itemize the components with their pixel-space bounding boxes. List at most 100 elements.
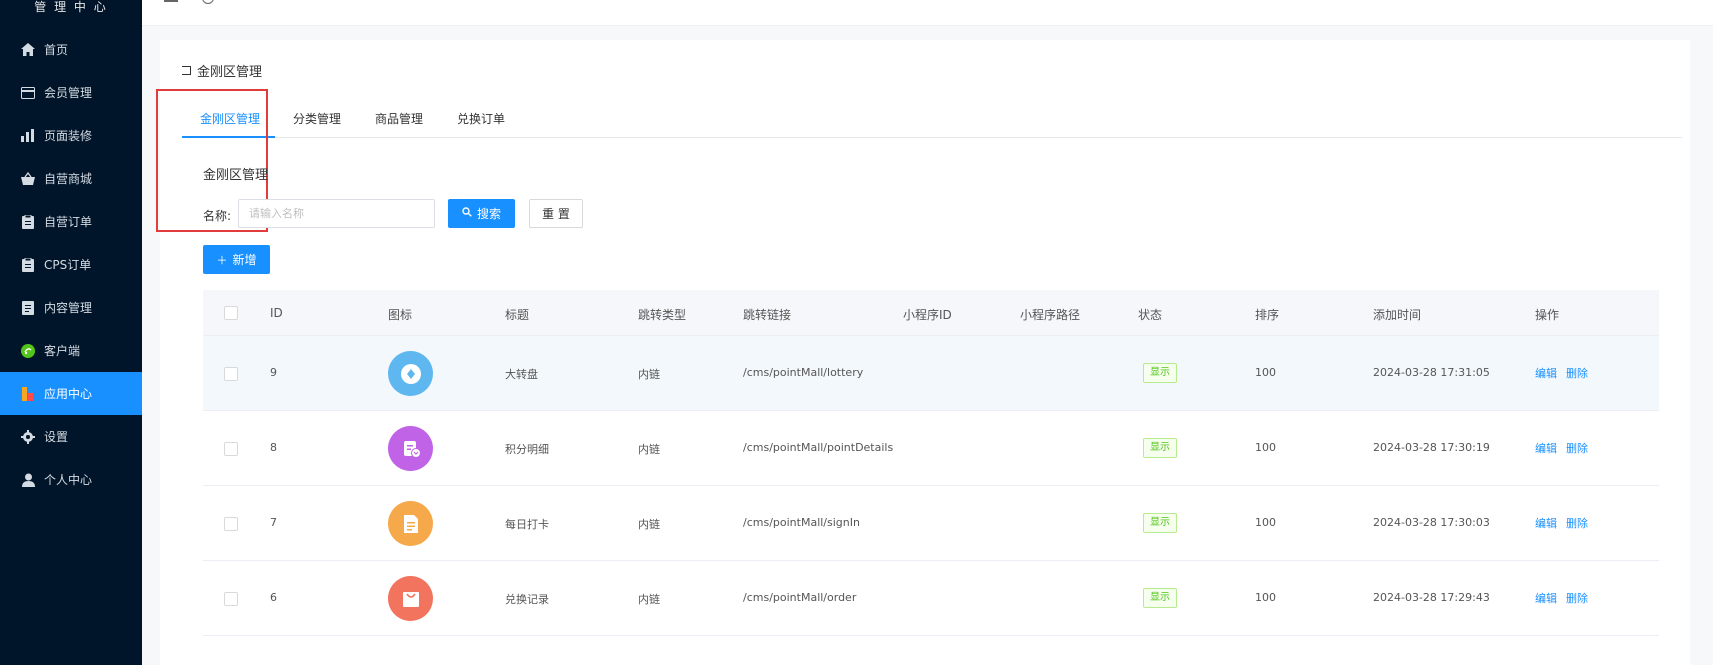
column-header: ID — [270, 306, 283, 320]
exchange-bag-icon — [388, 576, 433, 621]
section-title: 金刚区管理 — [203, 168, 269, 183]
edit-link[interactable]: 编辑 — [1535, 515, 1557, 531]
sidebar: 管 理 中 心 首页 会员管理 页面装修 自营商城 自营订单 CPS订单 内容管… — [0, 0, 142, 665]
sidebar-item-home[interactable]: 首页 — [0, 28, 142, 71]
menu-toggle-icon[interactable] — [164, 0, 178, 2]
cell-sort: 100 — [1255, 441, 1276, 454]
sidebar-item-label: 会员管理 — [44, 86, 93, 100]
tab-category[interactable]: 分类管理 — [293, 110, 341, 127]
column-header: 小程序ID — [903, 308, 952, 322]
points-detail-icon — [388, 426, 433, 471]
tab-products[interactable]: 商品管理 — [375, 110, 423, 127]
search-button[interactable]: 搜索 — [448, 199, 515, 228]
plus-icon: ＋ — [216, 253, 228, 267]
bar-chart-icon — [20, 128, 36, 144]
lottery-icon — [388, 351, 433, 396]
page-title: 金刚区管理 — [182, 61, 262, 80]
sidebar-item-label: 设置 — [44, 430, 69, 444]
sidebar-item-label: 自营订单 — [44, 215, 93, 229]
tab-exchange-orders[interactable]: 兑换订单 — [457, 110, 505, 127]
search-button-label: 搜索 — [476, 207, 501, 221]
status-badge: 显示 — [1143, 438, 1177, 458]
column-header: 操作 — [1535, 308, 1560, 322]
cell-time: 2024-03-28 17:30:03 — [1373, 516, 1490, 529]
sidebar-item-shop[interactable]: 自营商城 — [0, 157, 142, 200]
cell-sort: 100 — [1255, 591, 1276, 604]
clipboard-icon — [20, 214, 36, 230]
sidebar-item-cps-orders[interactable]: CPS订单 — [0, 243, 142, 286]
column-header: 跳转链接 — [743, 308, 792, 322]
sidebar-item-page-decor[interactable]: 页面装修 — [0, 114, 142, 157]
column-header: 小程序路径 — [1020, 308, 1081, 322]
clipboard-icon — [20, 257, 36, 273]
page-title-text: 金刚区管理 — [197, 65, 263, 80]
column-header: 跳转类型 — [638, 308, 687, 322]
sidebar-item-app-center[interactable]: 应用中心 — [0, 372, 142, 415]
table-row: 7 每日打卡 内链 /cms/pointMall/signIn 显示 100 2… — [203, 486, 1659, 561]
status-badge: 显示 — [1143, 513, 1177, 533]
column-header: 状态 — [1138, 308, 1163, 322]
sidebar-item-members[interactable]: 会员管理 — [0, 71, 142, 114]
sidebar-item-self-orders[interactable]: 自营订单 — [0, 200, 142, 243]
table-row: 6 兑换记录 内链 /cms/pointMall/order 显示 100 20… — [203, 561, 1659, 636]
sidebar-brand: 管 理 中 心 — [34, 0, 108, 14]
gear-icon — [20, 429, 36, 445]
table-row: 9 大转盘 内链 /cms/pointMall/lottery 显示 100 2… — [203, 336, 1659, 411]
reset-button[interactable]: 重 置 — [529, 199, 583, 228]
cell-id: 8 — [270, 441, 277, 454]
cell-title: 每日打卡 — [505, 518, 549, 531]
sidebar-item-content[interactable]: 内容管理 — [0, 286, 142, 329]
cell-sort: 100 — [1255, 516, 1276, 529]
row-checkbox[interactable] — [224, 442, 238, 456]
bracket-icon — [182, 66, 191, 75]
cell-jump-type: 内链 — [638, 518, 660, 531]
name-search-input[interactable] — [238, 199, 435, 228]
cell-link: /cms/pointMall/order — [743, 591, 857, 604]
document-icon — [20, 300, 36, 316]
cell-title: 兑换记录 — [505, 593, 549, 606]
apps-icon — [20, 386, 36, 402]
column-header: 添加时间 — [1373, 308, 1422, 322]
row-checkbox[interactable] — [224, 517, 238, 531]
status-badge: 显示 — [1143, 363, 1177, 383]
column-header: 标题 — [505, 308, 530, 322]
edit-link[interactable]: 编辑 — [1535, 440, 1557, 456]
shop-basket-icon — [20, 171, 36, 187]
sidebar-item-label: 首页 — [44, 43, 69, 57]
user-icon — [20, 472, 36, 488]
sidebar-item-label: 客户端 — [44, 344, 81, 358]
table-row: 8 积分明细 内链 /cms/pointMall/pointDetails 显示… — [203, 411, 1659, 486]
column-header: 排序 — [1255, 308, 1280, 322]
edit-link[interactable]: 编辑 — [1535, 590, 1557, 606]
tabs-bar: 金刚区管理 分类管理 商品管理 兑换订单 — [182, 98, 1682, 138]
cell-jump-type: 内链 — [638, 593, 660, 606]
cell-link: /cms/pointMall/pointDetails — [743, 441, 894, 454]
client-icon — [20, 343, 36, 359]
select-all-checkbox[interactable] — [224, 306, 238, 320]
status-badge: 显示 — [1143, 588, 1177, 608]
sidebar-item-label: 页面装修 — [44, 129, 93, 143]
table-header: ID 图标 标题 跳转类型 跳转链接 小程序ID 小程序路径 状态 排序 添加时… — [203, 290, 1659, 336]
cell-sort: 100 — [1255, 366, 1276, 379]
cell-time: 2024-03-28 17:29:43 — [1373, 591, 1490, 604]
delete-link[interactable]: 删除 — [1566, 515, 1588, 531]
sidebar-item-personal[interactable]: 个人中心 — [0, 458, 142, 501]
sidebar-item-label: 内容管理 — [44, 301, 93, 315]
search-icon — [462, 207, 472, 220]
sidebar-item-settings[interactable]: 设置 — [0, 415, 142, 458]
cell-link: /cms/pointMall/lottery — [743, 366, 864, 379]
card-icon — [20, 85, 36, 101]
delete-link[interactable]: 删除 — [1566, 590, 1588, 606]
column-header: 图标 — [388, 308, 413, 322]
sidebar-item-label: 个人中心 — [44, 473, 93, 487]
sidebar-item-client[interactable]: 客户端 — [0, 329, 142, 372]
add-button[interactable]: ＋ 新增 — [203, 245, 270, 274]
delete-link[interactable]: 删除 — [1566, 440, 1588, 456]
delete-link[interactable]: 删除 — [1566, 365, 1588, 381]
row-checkbox[interactable] — [224, 367, 238, 381]
sidebar-item-label: CPS订单 — [44, 258, 92, 272]
row-checkbox[interactable] — [224, 592, 238, 606]
refresh-icon[interactable] — [202, 0, 214, 4]
cell-id: 9 — [270, 366, 277, 379]
edit-link[interactable]: 编辑 — [1535, 365, 1557, 381]
